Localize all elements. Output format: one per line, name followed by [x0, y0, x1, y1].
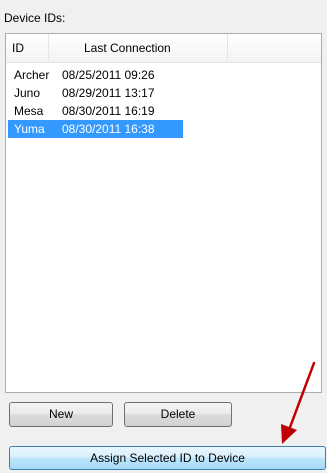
delete-button[interactable]: Delete — [124, 402, 232, 427]
list-item[interactable]: Mesa 08/30/2011 16:19 — [8, 102, 183, 120]
column-header-last-connection[interactable]: Last Connection — [49, 34, 228, 62]
list-item-id: Yuma — [14, 122, 45, 136]
new-button[interactable]: New — [9, 402, 113, 427]
list-item[interactable]: Juno 08/29/2011 13:17 — [8, 84, 183, 102]
list-header: ID Last Connection — [6, 34, 321, 63]
column-header-id[interactable]: ID — [6, 34, 49, 62]
list-item-selected[interactable]: Yuma 08/30/2011 16:38 — [8, 120, 183, 138]
list-item-last-connection: 08/25/2011 09:26 — [62, 68, 155, 82]
device-id-list[interactable]: ID Last Connection Archer 08/25/2011 09:… — [5, 33, 322, 393]
column-header-empty[interactable] — [228, 34, 321, 62]
list-item-last-connection: 08/30/2011 16:19 — [62, 104, 155, 118]
list-item[interactable]: Archer 08/25/2011 09:26 — [8, 66, 183, 84]
list-item-id: Juno — [14, 86, 41, 100]
list-item-id: Mesa — [14, 104, 44, 118]
device-ids-label: Device IDs: — [4, 11, 66, 25]
list-item-id: Archer — [14, 68, 50, 82]
list-item-last-connection: 08/30/2011 16:38 — [62, 122, 155, 136]
list-item-last-connection: 08/29/2011 13:17 — [62, 86, 155, 100]
assign-selected-id-button[interactable]: Assign Selected ID to Device — [9, 446, 326, 470]
